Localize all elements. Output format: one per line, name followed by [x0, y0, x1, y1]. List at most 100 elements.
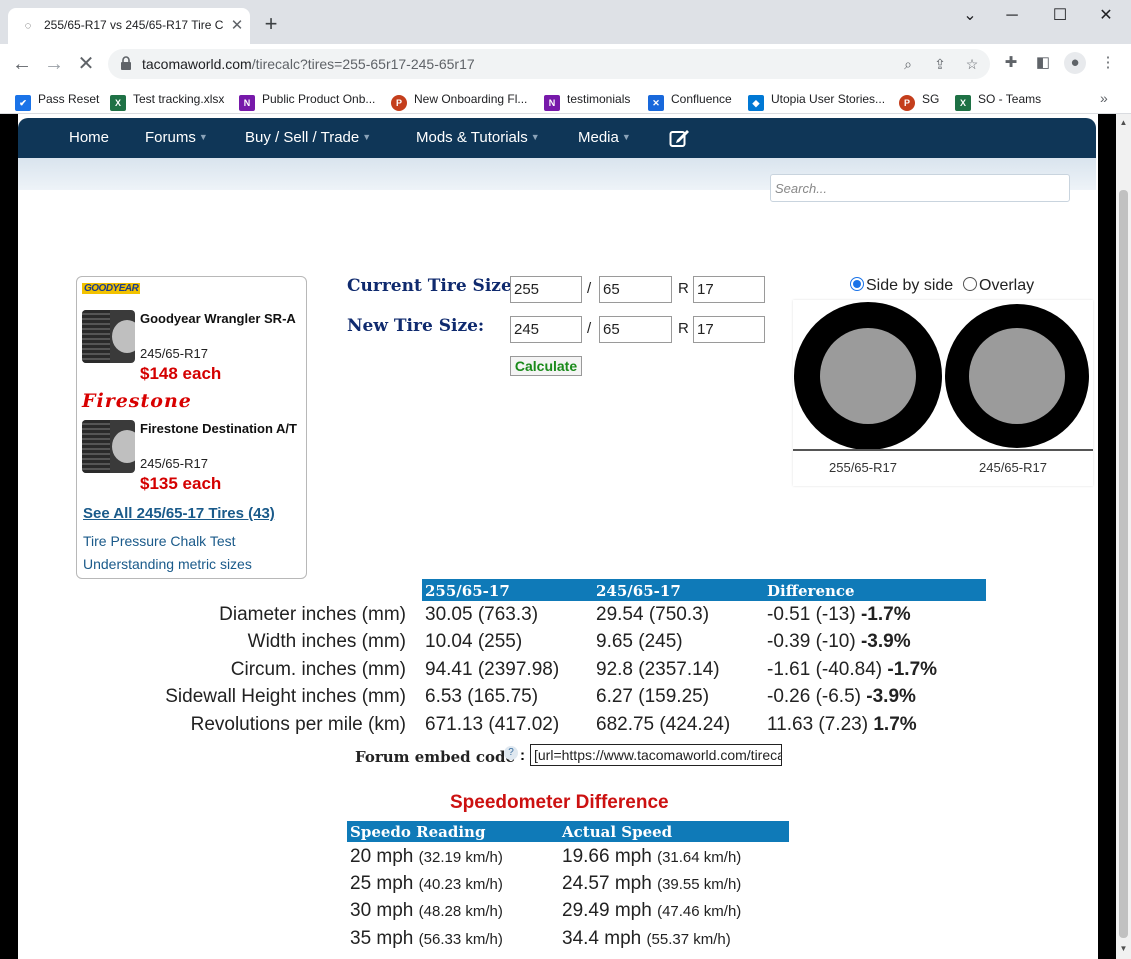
- back-button[interactable]: ←: [10, 52, 34, 76]
- overlay-radio[interactable]: [963, 277, 977, 291]
- nav-media[interactable]: Media ▼: [578, 129, 631, 146]
- bookmark-test-tracking[interactable]: X Test tracking.xlsx: [110, 90, 224, 111]
- maximize-button[interactable]: ☐: [1044, 4, 1076, 28]
- calculate-button[interactable]: Calculate: [510, 356, 582, 376]
- speedo-reading: 20 mph (32.19 km/h): [350, 846, 503, 867]
- see-all-tires-link[interactable]: See All 245/65-17 Tires (43): [83, 505, 275, 522]
- site-navbar: Home Forums ▼ Buy / Sell / Trade ▼ Mods & …: [18, 118, 1096, 158]
- speedo-reading: 30 mph (48.28 km/h): [350, 900, 503, 921]
- powerpoint-icon: P: [899, 95, 915, 111]
- bookmark-sg[interactable]: P SG: [899, 90, 939, 111]
- current-ratio-input[interactable]: [599, 276, 672, 303]
- pass-reset-icon: ✔: [15, 95, 31, 111]
- embed-colon: :: [520, 747, 525, 764]
- cell-new: 6.27 (159.25): [596, 686, 710, 707]
- row-label-revolutions: Revolutions per mile (km): [190, 714, 406, 735]
- forum-embed-label: Forum embed code: [355, 748, 516, 766]
- extensions-icon[interactable]: ✚: [1000, 52, 1022, 74]
- bookmark-star-icon[interactable]: ☆: [962, 55, 982, 73]
- actual-speed: 29.49 mph (47.46 km/h): [562, 900, 742, 921]
- lock-icon: [121, 56, 131, 70]
- side-panel-icon[interactable]: ◧: [1032, 52, 1054, 74]
- onenote-icon: N: [544, 95, 560, 111]
- dropdown-caret-icon: ▼: [198, 132, 208, 142]
- stop-loading-button[interactable]: ✕: [74, 52, 98, 76]
- bookmark-confluence[interactable]: ✕ Confluence: [648, 90, 732, 111]
- current-rim-input[interactable]: [693, 276, 765, 303]
- cell-new: 9.65 (245): [596, 631, 683, 652]
- new-post-icon[interactable]: [669, 128, 691, 148]
- help-icon[interactable]: ?: [504, 746, 518, 760]
- close-window-button[interactable]: ✕: [1090, 4, 1122, 28]
- new-rim-input[interactable]: [693, 316, 765, 343]
- bookmark-utopia[interactable]: ◆ Utopia User Stories...: [748, 90, 885, 111]
- tire-pressure-link[interactable]: Tire Pressure Chalk Test: [83, 533, 236, 549]
- new-tire-label: 245/65-R17: [979, 460, 1047, 475]
- close-tab-icon[interactable]: ✕: [228, 17, 246, 35]
- cell-current: 30.05 (763.3): [425, 604, 539, 625]
- current-size-label: Current Tire Size:: [347, 276, 519, 296]
- column-header-speedo: Speedo Reading: [350, 823, 486, 841]
- bookmark-testimonials[interactable]: Ntestimonials: [544, 90, 630, 111]
- row-label-sidewall: Sidewall Height inches (mm): [165, 686, 406, 707]
- column-header-actual: Actual Speed: [562, 823, 673, 841]
- current-rim: [820, 328, 916, 424]
- new-ratio-input[interactable]: [599, 316, 672, 343]
- forum-embed-code-input[interactable]: [url=https://www.tacomaworld.com/tirecal…: [530, 744, 782, 766]
- profile-avatar-icon[interactable]: ●: [1064, 52, 1086, 74]
- nav-forums[interactable]: Forums ▼: [145, 129, 208, 146]
- cell-difference: -0.51 (-13) -1.7%: [767, 604, 911, 625]
- loading-icon: ◌: [24, 20, 32, 32]
- confluence-icon: ✕: [648, 95, 664, 111]
- nav-buy-sell-trade[interactable]: Buy / Sell / Trade ▼: [245, 129, 371, 146]
- new-tab-button[interactable]: +: [259, 12, 283, 36]
- bookmark-so-teams[interactable]: X SO - Teams: [955, 90, 1041, 111]
- row-label-circumference: Circum. inches (mm): [230, 659, 406, 680]
- dropdown-caret-icon: ▼: [621, 132, 631, 142]
- bookmark-public-product[interactable]: N Public Product Onb...: [239, 90, 375, 111]
- cell-difference: -0.26 (-6.5) -3.9%: [767, 686, 916, 707]
- bookmarks-overflow-icon[interactable]: »: [1100, 90, 1108, 106]
- minimize-button[interactable]: ─: [996, 4, 1028, 28]
- nav-mods-tutorials[interactable]: Mods & Tutorials ▼: [416, 129, 540, 146]
- menu-kebab-icon[interactable]: ⋮: [1097, 52, 1119, 74]
- cell-difference: -1.61 (-40.84) -1.7%: [767, 659, 938, 680]
- bookmark-pass-reset[interactable]: ✔ Pass Reset: [15, 90, 99, 111]
- row-label-width: Width inches (mm): [247, 631, 406, 652]
- scroll-down-arrow-icon[interactable]: ▼: [1119, 944, 1128, 953]
- powerpoint-icon: P: [391, 95, 407, 111]
- tab-search-icon[interactable]: ⌄: [954, 4, 986, 28]
- page-scrollbar[interactable]: ▲ ▼: [1116, 114, 1131, 959]
- cell-new: 682.75 (424.24): [596, 714, 731, 735]
- side-by-side-radio[interactable]: [850, 277, 864, 291]
- current-width-input[interactable]: [510, 276, 582, 303]
- nav-home[interactable]: Home: [69, 129, 109, 146]
- browser-tab[interactable]: ◌ 255/65-R17 vs 245/65-R17 Tire C ✕: [8, 8, 250, 44]
- row-label-diameter: Diameter inches (mm): [219, 604, 406, 625]
- cell-difference: -0.39 (-10) -3.9%: [767, 631, 911, 652]
- new-width-input[interactable]: [510, 316, 582, 343]
- firestone-product-name[interactable]: Firestone Destination A/T: [140, 420, 300, 438]
- firestone-product-price: $135 each: [140, 474, 222, 493]
- cell-new: 92.8 (2357.14): [596, 659, 720, 680]
- azure-devops-icon: ◆: [748, 95, 764, 111]
- scroll-thumb[interactable]: [1119, 190, 1128, 938]
- bookmark-new-onboarding[interactable]: P New Onboarding Fl...: [391, 90, 527, 111]
- goodyear-tire-image[interactable]: [82, 310, 135, 363]
- firestone-tire-image[interactable]: [82, 420, 135, 473]
- new-rim: [969, 328, 1065, 424]
- tire-ad-box: GOODYEAR Goodyear Wrangler SR-A 245/65-R…: [76, 276, 307, 579]
- dropdown-caret-icon: ▼: [362, 132, 372, 142]
- goodyear-product-name[interactable]: Goodyear Wrangler SR-A: [140, 310, 300, 328]
- forward-button[interactable]: →: [42, 52, 66, 76]
- share-icon[interactable]: ⇪: [930, 55, 950, 73]
- address-bar[interactable]: tacomaworld.com/tirecalc?tires=255-65r17…: [108, 49, 990, 79]
- zoom-icon[interactable]: ⌕: [898, 55, 918, 73]
- rim-separator: R: [678, 320, 689, 337]
- onenote-icon: N: [239, 95, 255, 111]
- search-input[interactable]: Search...: [770, 174, 1070, 202]
- metric-sizes-link[interactable]: Understanding metric sizes: [83, 556, 252, 572]
- actual-speed: 34.4 mph (55.37 km/h): [562, 928, 731, 949]
- excel-icon: X: [955, 95, 971, 111]
- scroll-up-arrow-icon[interactable]: ▲: [1119, 118, 1128, 127]
